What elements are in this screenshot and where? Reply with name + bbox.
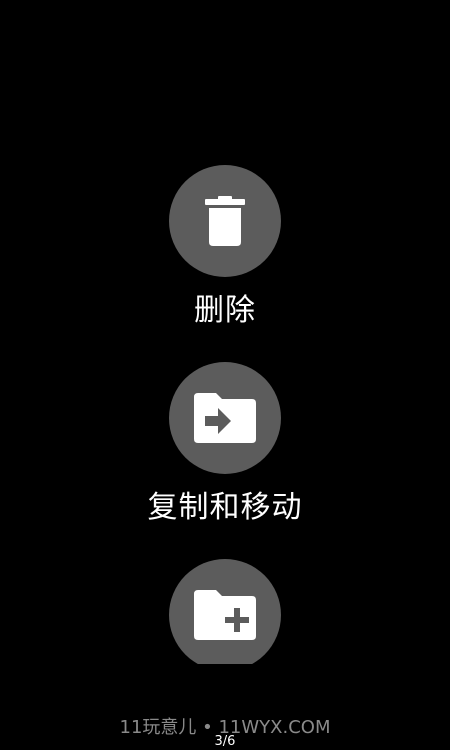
screen: 删除 复制和移动 11玩意儿 • 11WYX.COM 3/6 [0,0,450,750]
delete-button[interactable] [169,165,281,277]
page-indicator: 3/6 [214,734,236,749]
delete-label: 删除 [194,293,256,328]
folder-add-icon [194,590,256,640]
new-folder-button[interactable] [169,559,281,664]
folder-move-icon [194,393,256,443]
actions-list: 删除 复制和移动 [0,0,450,664]
copy-move-button[interactable] [169,362,281,474]
trash-icon [205,196,245,246]
copy-move-label: 复制和移动 [147,490,303,525]
